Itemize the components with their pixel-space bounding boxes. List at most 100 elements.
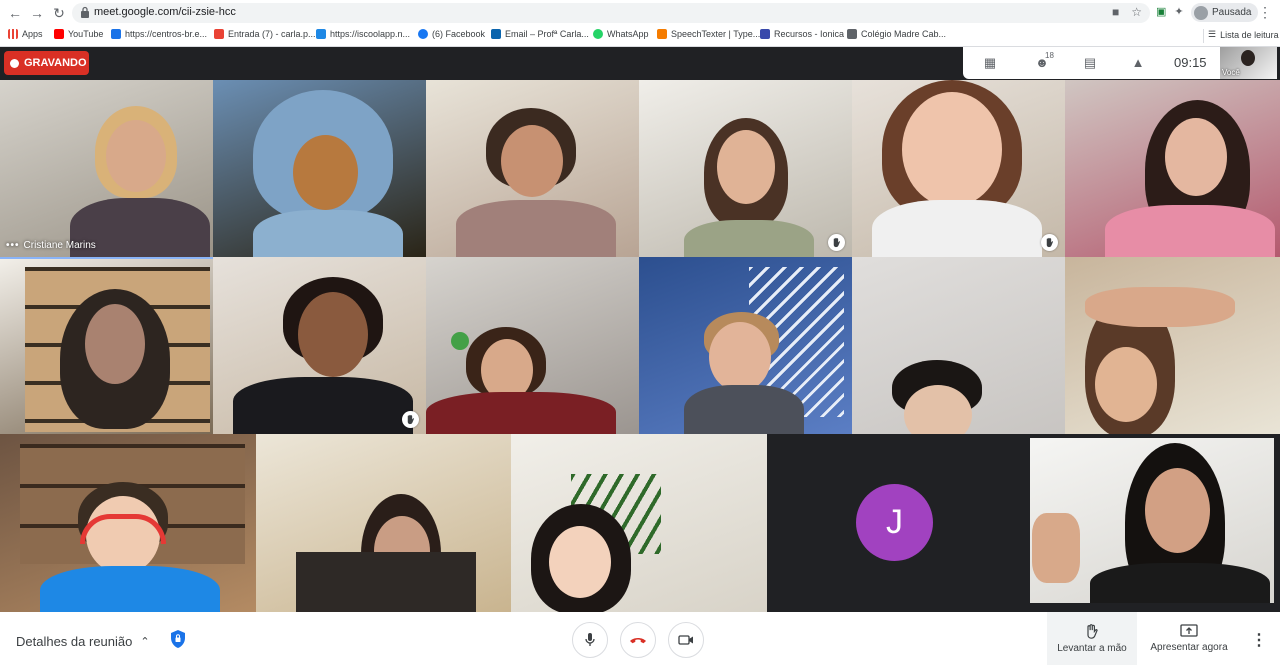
camera-button[interactable] — [668, 622, 704, 658]
bookmark-speechtexter[interactable]: SpeechTexter | Type... — [657, 29, 760, 39]
participant-name-tag: ••• Cristiane Marins — [6, 240, 96, 251]
raised-hand-badge — [828, 234, 845, 251]
participant-body — [40, 566, 220, 612]
speechtexter-icon — [657, 29, 667, 39]
headphones — [80, 514, 166, 544]
present-now-label: Apresentar agora — [1150, 642, 1228, 653]
profile-button[interactable]: Pausada — [1191, 3, 1259, 22]
participant-body — [253, 210, 403, 257]
participant-body — [684, 385, 804, 434]
video-tile[interactable] — [426, 257, 639, 434]
chat-icon[interactable]: ▤ — [1081, 55, 1099, 71]
link-icon — [111, 29, 121, 39]
bookmark-label: Recursos - Ionica — [774, 29, 845, 39]
extensions-puzzle-icon[interactable]: ✦ — [1174, 5, 1183, 18]
outlook-icon — [491, 29, 501, 39]
layout-grid-off-icon[interactable]: ▦ — [981, 55, 999, 71]
bookmark-label: (6) Facebook — [432, 29, 486, 39]
bookmark-gmail[interactable]: Entrada (7) - carla.p... — [214, 29, 316, 39]
participant-face — [1145, 468, 1210, 553]
bookmark-recursos[interactable]: Recursos - Ionica — [760, 29, 844, 39]
video-tile[interactable] — [213, 257, 426, 434]
lock-icon[interactable] — [80, 6, 90, 19]
iscool-icon — [316, 29, 326, 39]
forward-arrow-icon[interactable]: → — [28, 4, 46, 22]
browser-toolbar: ← → ↻ meet.google.com/cii-zsie-hcc ■ ☆ ▣… — [0, 0, 1280, 47]
bookmark-iscoolapp[interactable]: https://iscoolapp.n... — [316, 29, 410, 39]
video-tile[interactable] — [1065, 80, 1280, 257]
hang-up-icon — [630, 638, 646, 644]
video-tile[interactable] — [256, 434, 511, 612]
video-tile[interactable] — [639, 257, 852, 434]
thumbs-up-hand — [1032, 513, 1080, 583]
bookmarks-divider — [1203, 29, 1204, 43]
leave-call-button[interactable] — [620, 622, 656, 658]
whatsapp-icon — [593, 29, 603, 39]
url-text: meet.google.com/cii-zsie-hcc — [94, 6, 236, 18]
self-view-person — [1241, 50, 1255, 66]
meeting-details-label: Detalhes da reunião — [16, 634, 133, 649]
participant-body — [1090, 563, 1270, 603]
participant-name: Cristiane Marins — [23, 240, 96, 251]
raised-hand-badge — [1041, 234, 1058, 251]
participant-face — [1095, 347, 1157, 422]
video-tile[interactable]: ••• Cristiane Marins — [0, 80, 213, 257]
raised-hand-badge — [402, 411, 419, 428]
bookmark-centros[interactable]: https://centros-br.e... — [111, 29, 207, 39]
present-screen-icon — [1180, 624, 1198, 637]
security-shield-icon[interactable] — [169, 629, 187, 649]
bookmark-whatsapp[interactable]: WhatsApp — [593, 29, 649, 39]
back-arrow-icon[interactable]: ← — [6, 4, 24, 22]
more-options-icon[interactable]: ⋮ — [1251, 630, 1267, 650]
recording-label: GRAVANDO — [24, 57, 87, 69]
video-tile[interactable] — [0, 434, 256, 612]
video-tile-camera-off[interactable]: J — [767, 434, 1023, 612]
chair — [296, 552, 476, 612]
video-tile[interactable] — [852, 257, 1065, 434]
camera-in-use-icon[interactable]: ■ — [1112, 5, 1119, 19]
people-count: 18 — [1045, 51, 1054, 60]
participant-face — [717, 130, 775, 204]
video-tile[interactable] — [1030, 438, 1274, 603]
participant-face — [501, 125, 563, 197]
browser-menu-icon[interactable]: ⋮ — [1258, 4, 1272, 21]
present-now-button[interactable]: Apresentar agora — [1144, 612, 1234, 665]
video-tile[interactable] — [426, 80, 639, 257]
bookmark-label: Colégio Madre Cab... — [861, 29, 947, 39]
more-options-icon[interactable]: ••• — [6, 240, 20, 251]
bookmark-outlook[interactable]: Email – Profª Carla... — [491, 29, 589, 39]
bookmark-facebook[interactable]: (6) Facebook — [418, 29, 485, 39]
reading-list-button[interactable]: ☰ Lista de leitura — [1208, 29, 1279, 40]
participant-face — [298, 292, 368, 377]
video-tile[interactable] — [1065, 257, 1280, 434]
participant-face — [293, 135, 358, 210]
video-tile[interactable] — [511, 434, 767, 612]
bookmark-label: Apps — [22, 29, 43, 39]
bookmark-apps[interactable]: Apps — [8, 29, 43, 39]
address-row: ← → ↻ meet.google.com/cii-zsie-hcc ■ ☆ ▣… — [0, 0, 1280, 26]
participant-face — [106, 120, 166, 192]
bookmark-star-icon[interactable]: ☆ — [1131, 5, 1142, 19]
bookmark-label: YouTube — [68, 29, 104, 39]
bookmarks-bar: Apps YouTube https://centros-br.e... Ent… — [0, 26, 1280, 46]
youtube-icon — [54, 29, 64, 39]
raised-hand-icon — [833, 237, 840, 248]
microphone-button[interactable] — [572, 622, 608, 658]
microphone-icon — [585, 633, 595, 646]
video-tile[interactable] — [213, 80, 426, 257]
video-tile[interactable] — [852, 80, 1065, 257]
activities-icon[interactable]: ▲ — [1129, 55, 1147, 71]
self-label: Você — [1222, 68, 1240, 77]
bookmark-colegio[interactable]: Colégio Madre Cab... — [847, 29, 946, 39]
participant-body — [684, 220, 814, 257]
reload-icon[interactable]: ↻ — [50, 4, 68, 22]
meeting-details-button[interactable]: Detalhes da reunião ⌃ — [16, 634, 150, 649]
video-tile[interactable] — [639, 80, 852, 257]
meet-info-panel: ▦ ☻ 18 ▤ ▲ 09:15 — [963, 47, 1220, 79]
self-view-thumbnail[interactable]: Você — [1220, 47, 1277, 79]
raise-hand-button[interactable]: Levantar a mão — [1047, 612, 1137, 665]
bookmark-youtube[interactable]: YouTube — [54, 29, 103, 39]
extension-shield-icon[interactable]: ▣ — [1156, 5, 1166, 18]
video-tile[interactable] — [0, 257, 213, 434]
address-bar[interactable]: meet.google.com/cii-zsie-hcc ■ ☆ — [72, 3, 1150, 23]
